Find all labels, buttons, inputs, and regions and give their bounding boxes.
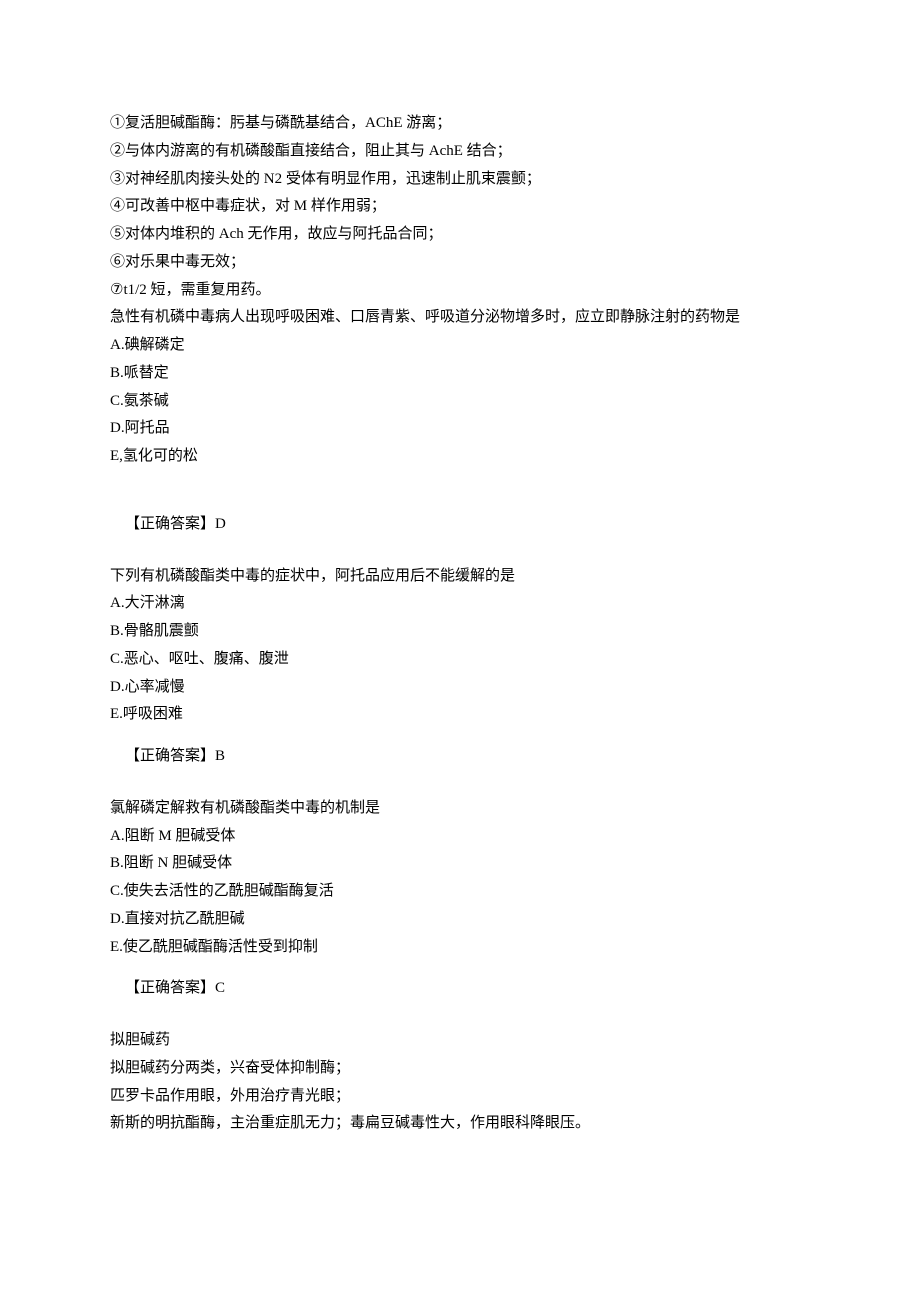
question-stem: 急性有机磷中毒病人出现呼吸困难、口唇青紫、呼吸道分泌物增多时，应立即静脉注射的药… bbox=[110, 304, 810, 332]
question-option: E.使乙酰胆碱酯酶活性受到抑制 bbox=[110, 934, 810, 962]
question-3: 氯解磷定解救有机磷酸酯类中毒的机制是 A.阻断 M 胆碱受体 B.阻断 N 胆碱… bbox=[110, 795, 810, 1003]
question-2: 下列有机磷酸酯类中毒的症状中，阿托品应用后不能缓解的是 A.大汗淋漓 B.骨骼肌… bbox=[110, 563, 810, 771]
question-option: E.呼吸困难 bbox=[110, 701, 810, 729]
notes-line: 新斯的明抗酯酶，主治重症肌无力；毒扁豆碱毒性大，作用眼科降眼压。 bbox=[110, 1110, 810, 1138]
intro-line: ②与体内游离的有机磷酸酯直接结合，阻止其与 AchE 结合； bbox=[110, 138, 810, 166]
question-option: B.哌替定 bbox=[110, 360, 810, 388]
intro-block: ①复活胆碱酯酶：肟基与磷酰基结合，AChE 游离； ②与体内游离的有机磷酸酯直接… bbox=[110, 110, 810, 304]
intro-line: ⑤对体内堆积的 Ach 无作用，故应与阿托品合同； bbox=[110, 221, 810, 249]
question-option: B.阻断 N 胆碱受体 bbox=[110, 850, 810, 878]
question-option: A.大汗淋漓 bbox=[110, 590, 810, 618]
correct-answer: 【正确答案】D bbox=[110, 511, 810, 539]
intro-line: ③对神经肌肉接头处的 N2 受体有明显作用，迅速制止肌束震颤； bbox=[110, 166, 810, 194]
question-option: C.恶心、呕吐、腹痛、腹泄 bbox=[110, 646, 810, 674]
question-option: D.心率减慢 bbox=[110, 674, 810, 702]
question-option: C.使失去活性的乙酰胆碱酯酶复活 bbox=[110, 878, 810, 906]
question-1: 急性有机磷中毒病人出现呼吸困难、口唇青紫、呼吸道分泌物增多时，应立即静脉注射的药… bbox=[110, 304, 810, 538]
correct-answer: 【正确答案】C bbox=[110, 975, 810, 1003]
intro-line: ⑥对乐果中毒无效； bbox=[110, 249, 810, 277]
notes-block: 拟胆碱药 拟胆碱药分两类，兴奋受体抑制酶； 匹罗卡品作用眼，外用治疗青光眼； 新… bbox=[110, 1027, 810, 1138]
document-page: ①复活胆碱酯酶：肟基与磷酰基结合，AChE 游离； ②与体内游离的有机磷酸酯直接… bbox=[0, 0, 920, 1301]
question-option: A.碘解磷定 bbox=[110, 332, 810, 360]
question-option: D.阿托品 bbox=[110, 415, 810, 443]
question-option: E,氢化可的松 bbox=[110, 443, 810, 471]
question-option: B.骨骼肌震颤 bbox=[110, 618, 810, 646]
intro-line: ④可改善中枢中毒症状，对 M 样作用弱； bbox=[110, 193, 810, 221]
question-option: A.阻断 M 胆碱受体 bbox=[110, 823, 810, 851]
notes-line: 拟胆碱药分两类，兴奋受体抑制酶； bbox=[110, 1055, 810, 1083]
question-stem: 下列有机磷酸酯类中毒的症状中，阿托品应用后不能缓解的是 bbox=[110, 563, 810, 591]
question-option: C.氨茶碱 bbox=[110, 388, 810, 416]
notes-title: 拟胆碱药 bbox=[110, 1027, 810, 1055]
question-stem: 氯解磷定解救有机磷酸酯类中毒的机制是 bbox=[110, 795, 810, 823]
intro-line: ①复活胆碱酯酶：肟基与磷酰基结合，AChE 游离； bbox=[110, 110, 810, 138]
notes-line: 匹罗卡品作用眼，外用治疗青光眼； bbox=[110, 1083, 810, 1111]
question-option: D.直接对抗乙酰胆碱 bbox=[110, 906, 810, 934]
intro-line: ⑦t1/2 短，需重复用药。 bbox=[110, 277, 810, 305]
correct-answer: 【正确答案】B bbox=[110, 743, 810, 771]
